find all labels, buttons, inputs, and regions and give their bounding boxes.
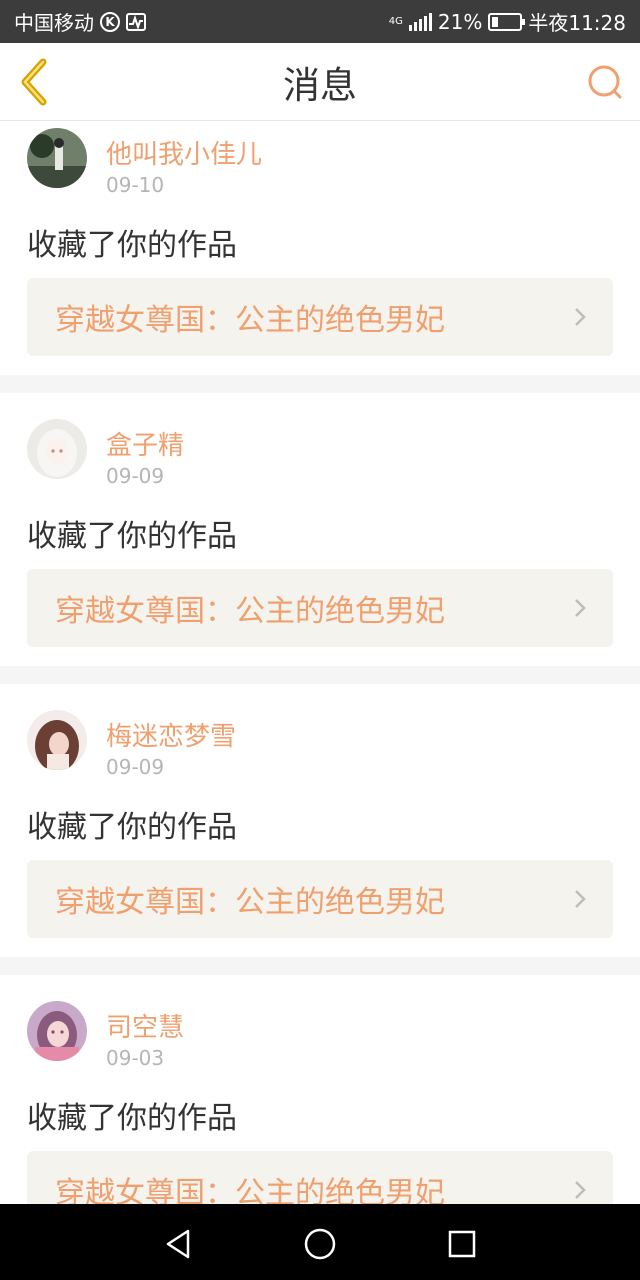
message-action: 收藏了你的作品	[27, 519, 237, 554]
k-badge-icon: K	[100, 11, 120, 32]
username[interactable]: 梅迷恋梦雪	[106, 716, 236, 753]
work-title: 穿越女尊国：公主的绝色男妃	[55, 885, 445, 920]
username[interactable]: 司空慧	[106, 1007, 184, 1044]
message-date: 09-03	[106, 1046, 165, 1070]
network-type: 4G	[388, 15, 403, 27]
back-triangle-icon[interactable]	[160, 1226, 196, 1262]
work-link[interactable]: 穿越女尊国：公主的绝色男妃	[27, 278, 613, 356]
search-icon[interactable]	[586, 63, 624, 101]
chevron-right-icon	[575, 599, 586, 617]
message-card: 司空慧 09-03 收藏了你的作品 穿越女尊国：公主的绝色男妃	[0, 975, 640, 1204]
battery-percent: 21%	[437, 9, 483, 34]
message-action: 收藏了你的作品	[27, 1101, 237, 1136]
carrier-name: 中国移动	[14, 11, 94, 35]
work-link[interactable]: 穿越女尊国：公主的绝色男妃	[27, 1151, 613, 1204]
chevron-right-icon	[575, 1181, 586, 1199]
message-card: 梅迷恋梦雪 09-09 收藏了你的作品 穿越女尊国：公主的绝色男妃	[0, 684, 640, 957]
avatar[interactable]	[27, 128, 87, 188]
message-action: 收藏了你的作品	[27, 810, 237, 845]
message-action: 收藏了你的作品	[27, 228, 237, 263]
system-nav-bar	[0, 1204, 640, 1280]
status-bar: 中国移动 K 4G 21% 半夜11:28	[0, 0, 640, 43]
work-title: 穿越女尊国：公主的绝色男妃	[55, 303, 445, 338]
chevron-right-icon	[575, 890, 586, 908]
top-nav-bar: 消息	[0, 43, 640, 121]
avatar[interactable]	[27, 419, 87, 479]
activity-icon	[126, 12, 146, 31]
recents-square-icon[interactable]	[444, 1226, 480, 1262]
username[interactable]: 他叫我小佳儿	[106, 134, 262, 171]
message-date: 09-09	[106, 755, 165, 779]
message-card: 盒子精 09-09 收藏了你的作品 穿越女尊国：公主的绝色男妃	[0, 393, 640, 666]
message-list[interactable]: 他叫我小佳儿 09-10 收藏了你的作品 穿越女尊国：公主的绝色男妃 盒子精 0…	[0, 121, 640, 1204]
message-date: 09-10	[106, 173, 165, 197]
work-link[interactable]: 穿越女尊国：公主的绝色男妃	[27, 860, 613, 938]
work-title: 穿越女尊国：公主的绝色男妃	[55, 1176, 445, 1204]
work-link[interactable]: 穿越女尊国：公主的绝色男妃	[27, 569, 613, 647]
clock: 半夜11:28	[528, 11, 626, 35]
work-title: 穿越女尊国：公主的绝色男妃	[55, 594, 445, 629]
page-title: 消息	[283, 63, 357, 107]
username[interactable]: 盒子精	[106, 425, 184, 462]
avatar[interactable]	[27, 710, 87, 770]
avatar[interactable]	[27, 1001, 87, 1061]
message-date: 09-09	[106, 464, 165, 488]
battery-icon	[488, 12, 526, 31]
chevron-right-icon	[575, 308, 586, 326]
home-circle-icon[interactable]	[302, 1226, 338, 1262]
message-card: 他叫我小佳儿 09-10 收藏了你的作品 穿越女尊国：公主的绝色男妃	[0, 121, 640, 375]
signal-icon	[408, 12, 432, 31]
chevron-left-icon[interactable]	[16, 57, 52, 107]
